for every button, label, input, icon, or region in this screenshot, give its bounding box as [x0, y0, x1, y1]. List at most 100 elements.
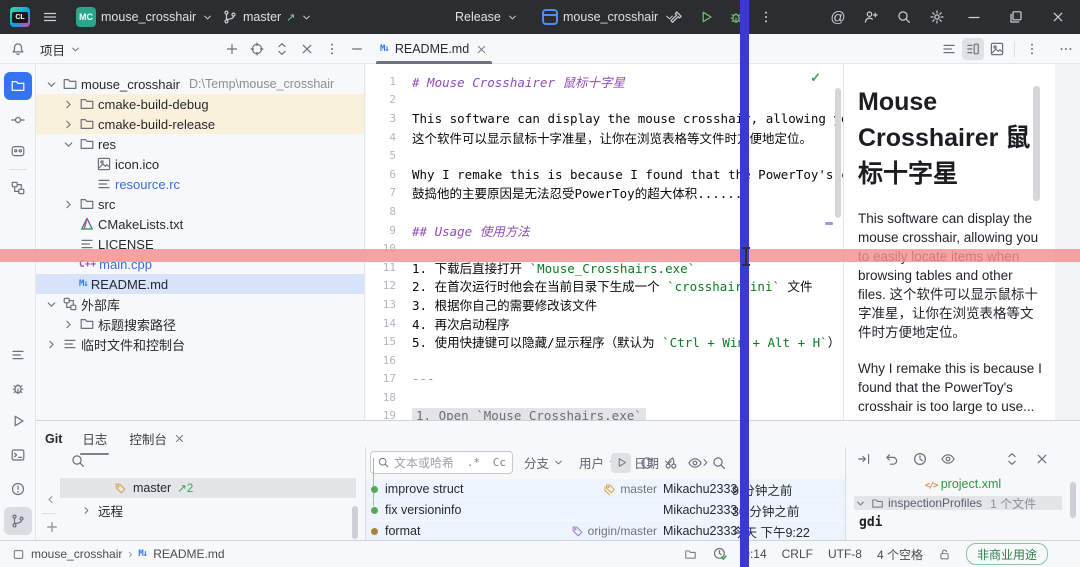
preview-only-view-button[interactable]	[986, 38, 1008, 60]
tree-item-src[interactable]: src	[36, 194, 364, 214]
editor-line-16[interactable]: 16	[366, 351, 843, 370]
folder-status-icon[interactable]	[684, 548, 697, 561]
editor-line-12[interactable]: 122. 在首次运行时他会在当前目录下生成一个 `crosshair.ini` …	[366, 277, 843, 296]
main-menu-button[interactable]	[42, 0, 58, 34]
editor-pane[interactable]: 1# Mouse Crosshairer 鼠标十字星23This softwar…	[366, 64, 843, 420]
close-console-tab-icon[interactable]	[173, 432, 186, 445]
settings-button[interactable]	[929, 9, 945, 25]
view-options-button[interactable]	[687, 455, 703, 471]
run-button[interactable]	[698, 9, 714, 25]
tree-item-res[interactable]: res	[36, 134, 364, 154]
editor-line-6[interactable]: 6Why I remake this is because I found th…	[366, 165, 843, 184]
indent-setting[interactable]: 4 个空格	[877, 546, 923, 563]
breadcrumb-file[interactable]: README.md	[153, 547, 224, 561]
preview-scrollbar[interactable]	[1033, 86, 1040, 201]
run-config-selector[interactable]: mouse_crosshair	[542, 0, 676, 34]
changed-folder-row[interactable]: inspectionProfiles 1 个文件	[854, 496, 1062, 510]
breadcrumb-project[interactable]: mouse_crosshair	[31, 547, 122, 561]
file-encoding[interactable]: UTF-8	[828, 547, 862, 561]
commit-tool-button[interactable]	[4, 106, 32, 134]
editor-line-2[interactable]: 2	[366, 91, 843, 110]
rollback-button[interactable]	[884, 451, 900, 467]
branch-row-master[interactable]: master ↗2	[60, 478, 356, 498]
editor-line-15[interactable]: 155. 使用快捷键可以隐藏/显示程序（默认为 `Ctrl + Win + Al…	[366, 332, 843, 351]
editor-line-1[interactable]: 1# Mouse Crosshairer 鼠标十字星	[366, 72, 843, 91]
project-panel-title[interactable]: 项目	[40, 34, 82, 64]
close-details-button[interactable]	[1034, 451, 1050, 467]
line-separator[interactable]: CRLF	[782, 547, 813, 561]
tree-item-标题搜索路径[interactable]: 标题搜索路径	[36, 314, 364, 334]
changed-file-row[interactable]: </> project.xml	[846, 477, 1080, 491]
jump-to-source-button[interactable]	[856, 451, 872, 467]
structure-tool-button[interactable]	[4, 174, 32, 202]
git-tool-button[interactable]	[4, 507, 32, 535]
tree-item-mouse_crosshair[interactable]: mouse_crosshairD:\Temp\mouse_crosshair	[36, 74, 364, 94]
close-tab-icon[interactable]	[475, 43, 488, 56]
cherry-pick-button[interactable]	[663, 455, 679, 471]
panel-options-button[interactable]	[324, 41, 340, 57]
regex-toggle[interactable]: .*	[467, 456, 480, 469]
tree-item-cmake-build-release[interactable]: cmake-build-release	[36, 114, 364, 134]
expand-details-button[interactable]	[1004, 451, 1020, 467]
go-to-hash-button[interactable]	[711, 455, 727, 471]
editor-line-18[interactable]: 18	[366, 388, 843, 407]
app-logo[interactable]: CL	[10, 0, 30, 34]
tree-item-临时文件和控制台[interactable]: 临时文件和控制台	[36, 334, 364, 354]
editor-line-4[interactable]: 4这个软件可以显示鼠标十字准星，让你在浏览表格等文件时方便地定位。	[366, 128, 843, 147]
add-button[interactable]	[224, 41, 240, 57]
commit-search-input[interactable]: 文本或哈希 .* Cc	[370, 451, 513, 474]
vcs-widget[interactable]: master ↗	[222, 0, 313, 34]
tool-window-icon[interactable]	[12, 548, 25, 561]
refresh-log-button[interactable]	[639, 455, 655, 471]
editor-only-view-button[interactable]	[938, 38, 960, 60]
lock-icon[interactable]	[938, 548, 951, 561]
hidden-tabs-button[interactable]	[1055, 38, 1077, 60]
editor-line-5[interactable]: 5	[366, 146, 843, 165]
tree-item-icon.ico[interactable]: icon.ico	[36, 154, 364, 174]
editor-line-17[interactable]: 17---	[366, 370, 843, 389]
license-badge[interactable]: 非商业用途	[966, 543, 1048, 565]
run-tool-button[interactable]	[4, 407, 32, 435]
tree-item-cmake-build-debug[interactable]: cmake-build-debug	[36, 94, 364, 114]
project-tool-button[interactable]	[4, 72, 32, 100]
hide-panel-button[interactable]	[349, 41, 365, 57]
branches-scrollbar[interactable]	[352, 506, 358, 539]
restore-button[interactable]	[1008, 9, 1024, 25]
commit-row[interactable]: improve structmasterMikachu23339 分钟之前	[366, 479, 845, 499]
editor-more-button[interactable]	[1021, 38, 1043, 60]
problems-tool-button[interactable]	[4, 475, 32, 503]
commit-row[interactable]: formatorigin/masterMikachu2333今天 下午9:22	[366, 521, 845, 540]
resume-log-button[interactable]	[611, 453, 631, 473]
locate-file-button[interactable]	[249, 41, 265, 57]
collapse-all-button[interactable]	[299, 41, 315, 57]
more-actions-button[interactable]	[758, 9, 774, 25]
collapse-left-icon[interactable]	[44, 493, 57, 506]
editor-line-19[interactable]: 191. Open `Mouse_Crosshairs.exe`	[366, 407, 843, 420]
editor-tab-readme[interactable]: M↓ README.md	[372, 34, 496, 64]
tree-item-CMakeLists.txt[interactable]: CMakeLists.txt	[36, 214, 364, 234]
terminal-tool-button[interactable]	[4, 441, 32, 469]
new-branch-button[interactable]	[44, 519, 60, 535]
project-widget[interactable]: MC mouse_crosshair	[76, 0, 214, 34]
inspection-ok-icon[interactable]: ✓	[810, 70, 821, 86]
editor-line-7[interactable]: 7鼓捣他的主要原因是无法忍受PowerToy的超大体积......	[366, 184, 843, 203]
git-tab-console[interactable]: 控制台	[127, 425, 169, 452]
tree-item-README.md[interactable]: M↓README.md	[36, 274, 364, 294]
editor-line-13[interactable]: 133. 根据你自己的需要修改该文件	[366, 295, 843, 314]
editor-line-3[interactable]: 3This software can display the mouse cro…	[366, 109, 843, 128]
pull-requests-tool-button[interactable]	[4, 137, 32, 165]
remote-group[interactable]: 远程	[80, 501, 123, 520]
commit-row[interactable]: fix versioninfoMikachu233330 分钟之前	[366, 500, 845, 520]
build-button[interactable]	[668, 9, 684, 25]
sync-status-icon[interactable]	[712, 546, 728, 562]
todo-tool-button[interactable]	[4, 341, 32, 369]
git-tab-log[interactable]: 日志	[80, 425, 109, 452]
preview-diff-button[interactable]	[940, 451, 956, 467]
tree-item-外部库[interactable]: 外部库	[36, 294, 364, 314]
editor-line-8[interactable]: 8	[366, 202, 843, 221]
code-with-me-button[interactable]	[863, 9, 879, 25]
details-scrollbar[interactable]	[1070, 482, 1076, 518]
expand-all-button[interactable]	[274, 41, 290, 57]
notifications-icon[interactable]	[10, 41, 26, 57]
minimize-button[interactable]	[966, 9, 982, 25]
